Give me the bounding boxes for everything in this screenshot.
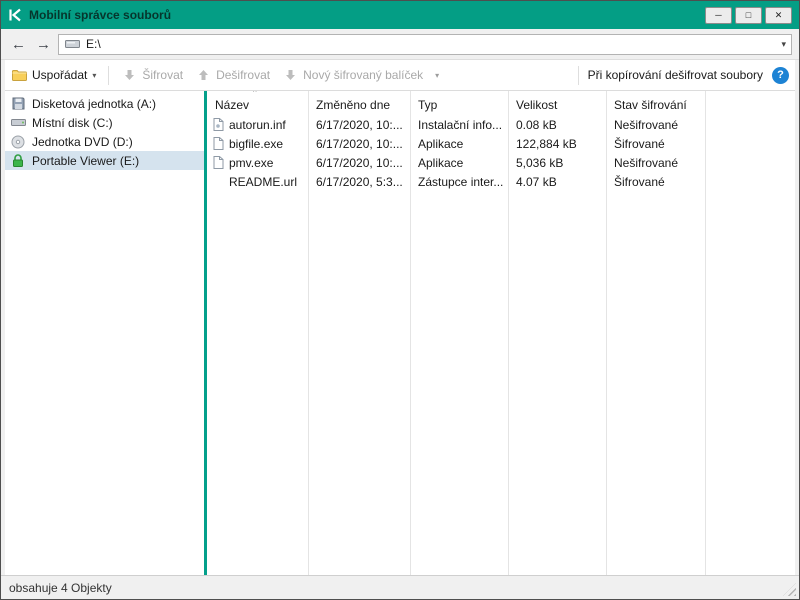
- file-icon-spacer: [213, 175, 224, 188]
- file-type: Instalační info...: [418, 117, 503, 132]
- sidebar-item-label: Portable Viewer (E:): [32, 153, 140, 168]
- file-type: Aplikace: [418, 155, 464, 170]
- sidebar-item-dvd-d[interactable]: Jednotka DVD (D:): [5, 132, 204, 151]
- sidebar-item-label: Jednotka DVD (D:): [32, 134, 133, 149]
- application-file-icon: [213, 156, 224, 169]
- column-divider: [410, 91, 411, 575]
- file-type: Zástupce inter...: [418, 174, 504, 189]
- hard-disk-icon: [10, 117, 26, 128]
- column-header-status[interactable]: Stav šifrování: [606, 98, 705, 112]
- list-header: Název Změněno dne Typ Velikost Stav šifr…: [207, 91, 795, 115]
- sidebar-item-portable-viewer-e[interactable]: Portable Viewer (E:): [5, 151, 204, 170]
- window-title: Mobilní správce souborů: [29, 8, 172, 22]
- floppy-drive-icon: [10, 97, 26, 110]
- toolbar-divider: [577, 65, 579, 85]
- encrypted-drive-lock-icon: [10, 153, 26, 168]
- sidebar-item-label: Disketová jednotka (A:): [32, 96, 157, 111]
- decrypt-arrow-up-icon: [195, 69, 211, 81]
- content-area: Disketová jednotka (A:) Místní disk (C:)…: [1, 91, 799, 575]
- organize-label: Uspořádat: [32, 68, 88, 82]
- decrypt-label: Dešifrovat: [216, 68, 271, 82]
- file-name: pmv.exe: [229, 155, 274, 170]
- forward-icon[interactable]: →: [33, 37, 54, 52]
- toolbar-right-group: Při kopírování dešifrovat soubory ?: [577, 65, 789, 85]
- help-icon[interactable]: ?: [772, 66, 789, 84]
- file-size: 5,036 kB: [516, 155, 564, 170]
- organize-caret-icon: ▾: [92, 70, 97, 80]
- file-modified: 6/17/2020, 5:3...: [316, 174, 403, 189]
- resize-grip[interactable]: [783, 583, 796, 596]
- column-header-modified[interactable]: Změněno dne: [308, 98, 410, 112]
- file-name: bigfile.exe: [229, 136, 284, 151]
- file-row[interactable]: pmv.exe 6/17/2020, 10:... Aplikace 5,036…: [207, 153, 795, 172]
- column-divider: [606, 91, 607, 575]
- decrypt-button[interactable]: Dešifrovat: [195, 68, 270, 82]
- file-list-pane: ˆ Název Změněno dne Typ Velikost Stav ši…: [207, 91, 795, 575]
- column-header-type[interactable]: Typ: [410, 98, 508, 112]
- dvd-drive-icon: [10, 135, 26, 149]
- column-divider: [308, 91, 309, 575]
- file-row[interactable]: bigfile.exe 6/17/2020, 10:... Aplikace 1…: [207, 134, 795, 153]
- drive-tree: Disketová jednotka (A:) Místní disk (C:)…: [5, 91, 204, 575]
- file-encryption-status: Šifrované: [614, 174, 665, 189]
- application-file-icon: [213, 137, 224, 150]
- kaspersky-logo-icon: [8, 8, 22, 22]
- status-bar: obsahuje 4 Objekty: [1, 575, 799, 599]
- new-encrypted-package-label: Nový šifrovaný balíček: [303, 68, 424, 82]
- new-package-dropdown-icon[interactable]: ▾: [435, 71, 439, 80]
- package-arrow-down-icon: [282, 69, 298, 81]
- sidebar-item-floppy-a[interactable]: Disketová jednotka (A:): [5, 94, 204, 113]
- sidebar-item-label: Místní disk (C:): [32, 115, 113, 130]
- drive-icon: [64, 39, 80, 49]
- back-icon[interactable]: ←: [8, 37, 29, 52]
- file-encryption-status: Nešifrované: [614, 117, 679, 132]
- address-bar[interactable]: E:\ ▾: [58, 33, 792, 55]
- column-header-name[interactable]: Název: [207, 98, 308, 112]
- address-dropdown-icon[interactable]: ▾: [781, 39, 786, 50]
- organize-button[interactable]: Uspořádat ▾: [11, 68, 96, 82]
- file-size: 0.08 kB: [516, 117, 557, 132]
- file-modified: 6/17/2020, 10:...: [316, 117, 403, 132]
- decrypt-on-copy-label: Při kopírování dešifrovat soubory: [587, 68, 763, 82]
- setup-info-file-icon: [213, 118, 224, 131]
- app-window: Mobilní správce souborů ─ □ ✕ ← → E:\ ▾ …: [0, 0, 800, 600]
- sidebar-item-local-disk-c[interactable]: Místní disk (C:): [5, 113, 204, 132]
- file-name: README.url: [229, 174, 298, 189]
- file-row[interactable]: autorun.inf 6/17/2020, 10:... Instalační…: [207, 115, 795, 134]
- folder-icon: [11, 69, 27, 81]
- file-size: 4.07 kB: [516, 174, 557, 189]
- file-size: 122,884 kB: [516, 136, 577, 151]
- navigation-bar: ← → E:\ ▾: [1, 29, 799, 60]
- file-name: autorun.inf: [229, 117, 286, 132]
- encrypt-arrow-down-icon: [121, 69, 137, 81]
- file-encryption-status: Šifrované: [614, 136, 665, 151]
- encrypt-button[interactable]: Šifrovat: [121, 68, 183, 82]
- toolbar-divider: [108, 65, 110, 85]
- window-controls: ─ □ ✕: [705, 6, 792, 24]
- minimize-button[interactable]: ─: [705, 6, 732, 24]
- file-modified: 6/17/2020, 10:...: [316, 136, 403, 151]
- toolbar: Uspořádat ▾ Šifrovat Dešifrovat Nový šif…: [5, 60, 795, 91]
- file-type: Aplikace: [418, 136, 464, 151]
- maximize-button[interactable]: □: [735, 6, 762, 24]
- encrypt-label: Šifrovat: [142, 68, 184, 82]
- close-button[interactable]: ✕: [765, 6, 792, 24]
- status-text: obsahuje 4 Objekty: [9, 580, 112, 595]
- title-bar: Mobilní správce souborů ─ □ ✕: [1, 1, 799, 29]
- address-path: E:\: [86, 37, 101, 51]
- sort-ascending-icon[interactable]: ˆ: [253, 91, 257, 101]
- file-encryption-status: Nešifrované: [614, 155, 679, 170]
- column-header-size[interactable]: Velikost: [508, 98, 606, 112]
- column-divider: [705, 91, 706, 575]
- new-encrypted-package-button[interactable]: Nový šifrovaný balíček: [282, 68, 423, 82]
- column-divider: [508, 91, 509, 575]
- file-modified: 6/17/2020, 10:...: [316, 155, 403, 170]
- file-row[interactable]: README.url 6/17/2020, 5:3... Zástupce in…: [207, 172, 795, 191]
